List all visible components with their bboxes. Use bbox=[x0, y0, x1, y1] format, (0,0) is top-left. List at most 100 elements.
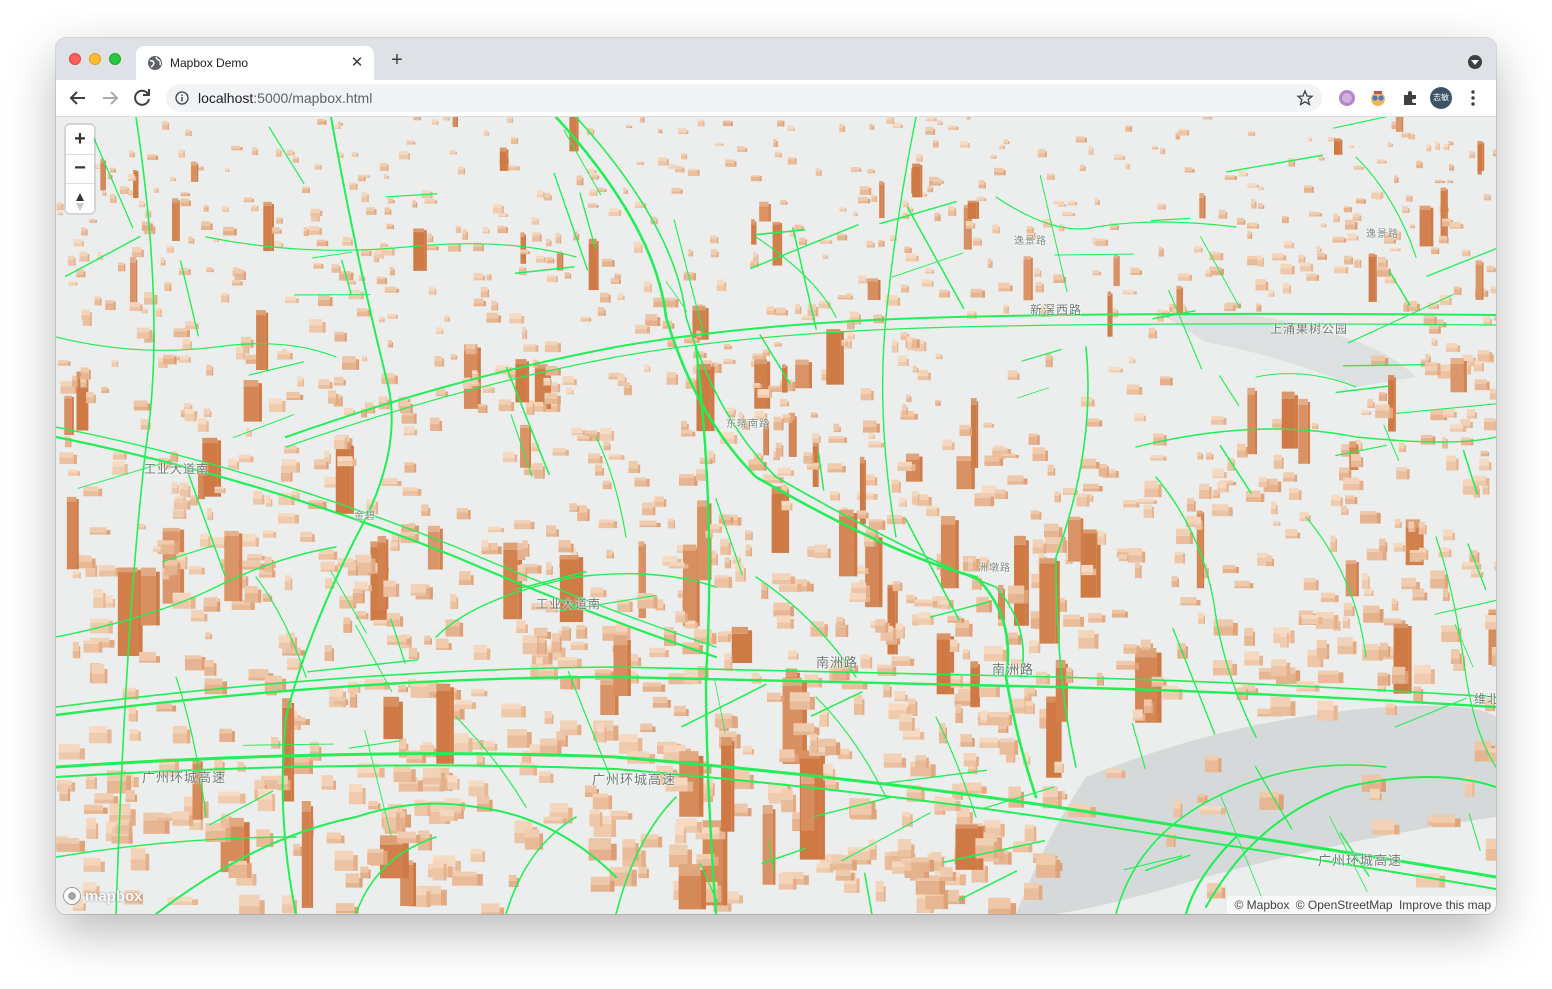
tab-title: Mapbox Demo bbox=[170, 56, 249, 70]
building bbox=[1371, 191, 1384, 199]
building bbox=[155, 307, 162, 318]
building bbox=[1440, 187, 1448, 238]
building bbox=[414, 799, 431, 816]
building bbox=[1395, 117, 1404, 132]
extension-icon[interactable] bbox=[1338, 89, 1356, 107]
building bbox=[256, 310, 269, 370]
building bbox=[90, 618, 113, 634]
building bbox=[452, 117, 459, 127]
building bbox=[1153, 433, 1167, 446]
new-tab-button[interactable]: + bbox=[386, 49, 408, 71]
building bbox=[1485, 838, 1496, 861]
tab-mapbox-demo[interactable]: Mapbox Demo ✕ bbox=[136, 46, 374, 80]
building bbox=[1491, 646, 1496, 667]
mapbox-logo[interactable]: mapbox bbox=[62, 885, 143, 907]
building bbox=[1067, 516, 1084, 562]
extension-icon[interactable] bbox=[1369, 89, 1387, 107]
map-canvas[interactable] bbox=[56, 117, 1496, 914]
building bbox=[401, 411, 417, 424]
building bbox=[940, 515, 959, 589]
building bbox=[751, 219, 757, 245]
tab-search-icon[interactable] bbox=[1468, 55, 1482, 69]
building bbox=[413, 117, 422, 121]
reload-icon[interactable] bbox=[130, 86, 154, 110]
mapbox-logo-text: mapbox bbox=[85, 887, 143, 905]
address-bar[interactable]: localhost:5000/mapbox.html bbox=[166, 84, 1322, 112]
building bbox=[1377, 672, 1391, 686]
building bbox=[404, 462, 417, 473]
building bbox=[731, 626, 753, 664]
building bbox=[243, 379, 262, 422]
map-label: 维北 bbox=[1474, 692, 1496, 706]
maximize-window-button[interactable] bbox=[109, 53, 121, 65]
minimize-window-button[interactable] bbox=[89, 53, 101, 65]
info-icon[interactable] bbox=[175, 91, 189, 105]
building bbox=[1475, 260, 1484, 300]
control-divider bbox=[66, 183, 94, 184]
forward-icon[interactable] bbox=[98, 86, 122, 110]
building bbox=[787, 157, 797, 165]
building bbox=[184, 655, 206, 671]
building bbox=[879, 180, 885, 219]
map-attribution: © Mapbox © OpenStreetMap Improve this ma… bbox=[1226, 896, 1496, 914]
map-label: 广州环城高速 bbox=[142, 770, 227, 785]
back-icon[interactable] bbox=[66, 86, 90, 110]
browser-toolbar: localhost:5000/mapbox.html 志敏 bbox=[56, 80, 1496, 117]
building bbox=[1485, 614, 1496, 630]
compass-icon[interactable] bbox=[75, 193, 85, 211]
building bbox=[377, 535, 389, 610]
building bbox=[1368, 253, 1377, 302]
attribution-mapbox-link[interactable]: © Mapbox bbox=[1235, 898, 1290, 912]
building bbox=[800, 776, 818, 831]
puzzle-icon[interactable] bbox=[1401, 89, 1419, 107]
building bbox=[795, 359, 812, 389]
improve-map-link[interactable]: Improve this map bbox=[1399, 898, 1491, 912]
building bbox=[1360, 511, 1381, 524]
building bbox=[383, 696, 403, 740]
globe-icon bbox=[148, 56, 162, 70]
zoom-out-button[interactable]: − bbox=[66, 154, 94, 183]
building bbox=[1202, 117, 1213, 120]
building bbox=[1199, 193, 1206, 219]
map-navigation-control: + − bbox=[66, 125, 94, 213]
building bbox=[714, 575, 733, 588]
building bbox=[589, 809, 603, 827]
building bbox=[1125, 125, 1133, 132]
building bbox=[639, 117, 645, 123]
star-icon[interactable] bbox=[1296, 89, 1314, 107]
url-host: localhost bbox=[198, 90, 254, 106]
map-view[interactable]: 上涌果树公园 新滘西路 逸景路 逸景路 南洲路 南洲路 广州环城高速 广州环城高… bbox=[56, 117, 1496, 914]
profile-avatar[interactable]: 志敏 bbox=[1430, 87, 1452, 109]
map-label: 逸景路 bbox=[1014, 236, 1047, 247]
building bbox=[140, 567, 160, 626]
building bbox=[1014, 535, 1029, 626]
url-path: :5000/mapbox.html bbox=[253, 90, 373, 106]
map-label: 洲墩路 bbox=[978, 563, 1011, 574]
attribution-osm-link[interactable]: © OpenStreetMap bbox=[1296, 898, 1393, 912]
building bbox=[868, 519, 886, 530]
building bbox=[376, 276, 388, 285]
building bbox=[251, 205, 259, 212]
building bbox=[1450, 358, 1467, 393]
kebab-menu-icon[interactable] bbox=[1464, 88, 1482, 108]
close-window-button[interactable] bbox=[69, 53, 81, 65]
building bbox=[1345, 560, 1359, 597]
building bbox=[966, 117, 971, 120]
building bbox=[1174, 551, 1186, 564]
building bbox=[518, 266, 527, 276]
building bbox=[826, 329, 844, 385]
building bbox=[886, 117, 895, 124]
building bbox=[559, 555, 584, 623]
map-label: 逸景路 bbox=[1366, 229, 1399, 240]
map-label: 工业大道南 bbox=[144, 462, 210, 476]
mapbox-logo-icon bbox=[63, 887, 81, 905]
tab-close-icon[interactable]: ✕ bbox=[348, 54, 366, 72]
building bbox=[687, 168, 700, 176]
building bbox=[967, 200, 979, 219]
building bbox=[1490, 286, 1496, 294]
tab-strip: Mapbox Demo ✕ + bbox=[56, 38, 1496, 80]
map-label: 上涌果树公园 bbox=[1270, 322, 1349, 336]
building bbox=[956, 456, 975, 490]
zoom-in-button[interactable]: + bbox=[66, 125, 94, 154]
map-label: 新滘西路 bbox=[1030, 303, 1083, 317]
